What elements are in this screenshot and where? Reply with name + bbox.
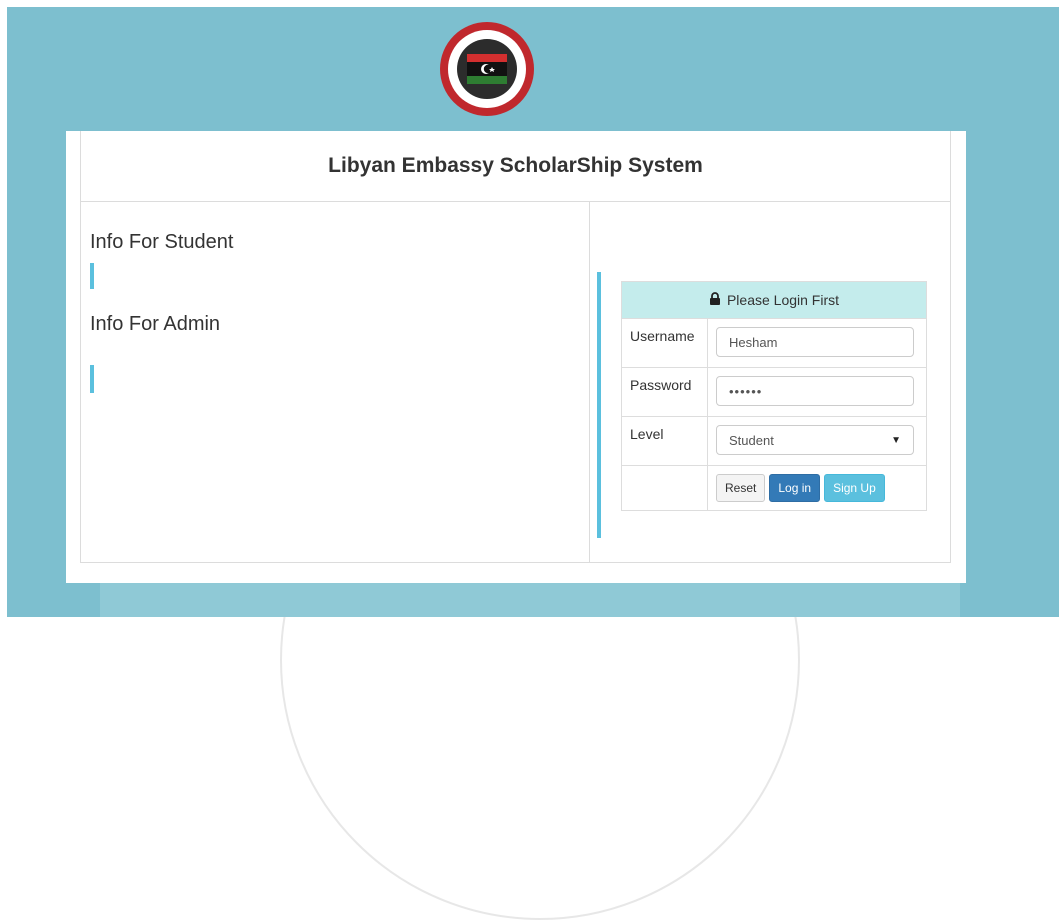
panel-header: Libyan Embassy ScholarShip System bbox=[81, 131, 950, 202]
dropdown-arrow-icon: ▼ bbox=[891, 434, 901, 446]
login-button[interactable]: Log in bbox=[769, 474, 821, 502]
level-label: Level bbox=[622, 417, 708, 465]
info-for-admin-heading: Info For Admin bbox=[90, 313, 221, 335]
password-label: Password bbox=[622, 368, 708, 416]
lock-icon bbox=[709, 292, 721, 308]
password-input[interactable]: •••••• bbox=[716, 376, 914, 406]
level-select-value: Student bbox=[729, 432, 774, 448]
main-card: Libyan Embassy ScholarShip System Info F… bbox=[66, 131, 966, 583]
student-info-bar bbox=[90, 263, 94, 289]
login-form: Please Login First Username Hesham Passw… bbox=[621, 281, 927, 511]
reset-button[interactable]: Reset bbox=[716, 474, 766, 502]
info-column: Info For Student Info For Admin bbox=[81, 201, 590, 562]
page-title: Libyan Embassy ScholarShip System bbox=[328, 154, 703, 177]
signup-button[interactable]: Sign Up bbox=[824, 474, 885, 502]
level-row: Level Student ▼ bbox=[622, 417, 926, 466]
watermark-band bbox=[100, 583, 960, 617]
login-header-text: Please Login First bbox=[726, 292, 840, 308]
libyan-embassy-seal-icon bbox=[457, 39, 517, 99]
login-accent-bar bbox=[597, 272, 601, 538]
buttons-row: Reset Log in Sign Up bbox=[622, 466, 926, 510]
login-header: Please Login First bbox=[622, 282, 926, 319]
password-row: Password •••••• bbox=[622, 368, 926, 417]
main-panel: Libyan Embassy ScholarShip System Info F… bbox=[80, 131, 951, 563]
username-label: Username bbox=[622, 319, 708, 367]
embassy-logo bbox=[440, 22, 534, 116]
username-input[interactable]: Hesham bbox=[716, 327, 914, 357]
username-row: Username Hesham bbox=[622, 319, 926, 368]
buttons-row-spacer bbox=[622, 466, 708, 510]
level-select[interactable]: Student ▼ bbox=[716, 425, 914, 455]
info-for-student-heading: Info For Student bbox=[90, 231, 234, 253]
admin-info-bar bbox=[90, 365, 94, 393]
